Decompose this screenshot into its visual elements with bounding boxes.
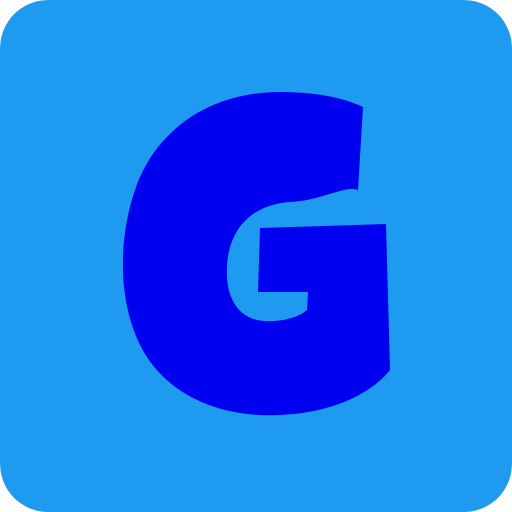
letter-g-logo-icon bbox=[0, 0, 512, 512]
icon-background bbox=[0, 0, 512, 512]
app-icon[interactable] bbox=[0, 0, 512, 512]
